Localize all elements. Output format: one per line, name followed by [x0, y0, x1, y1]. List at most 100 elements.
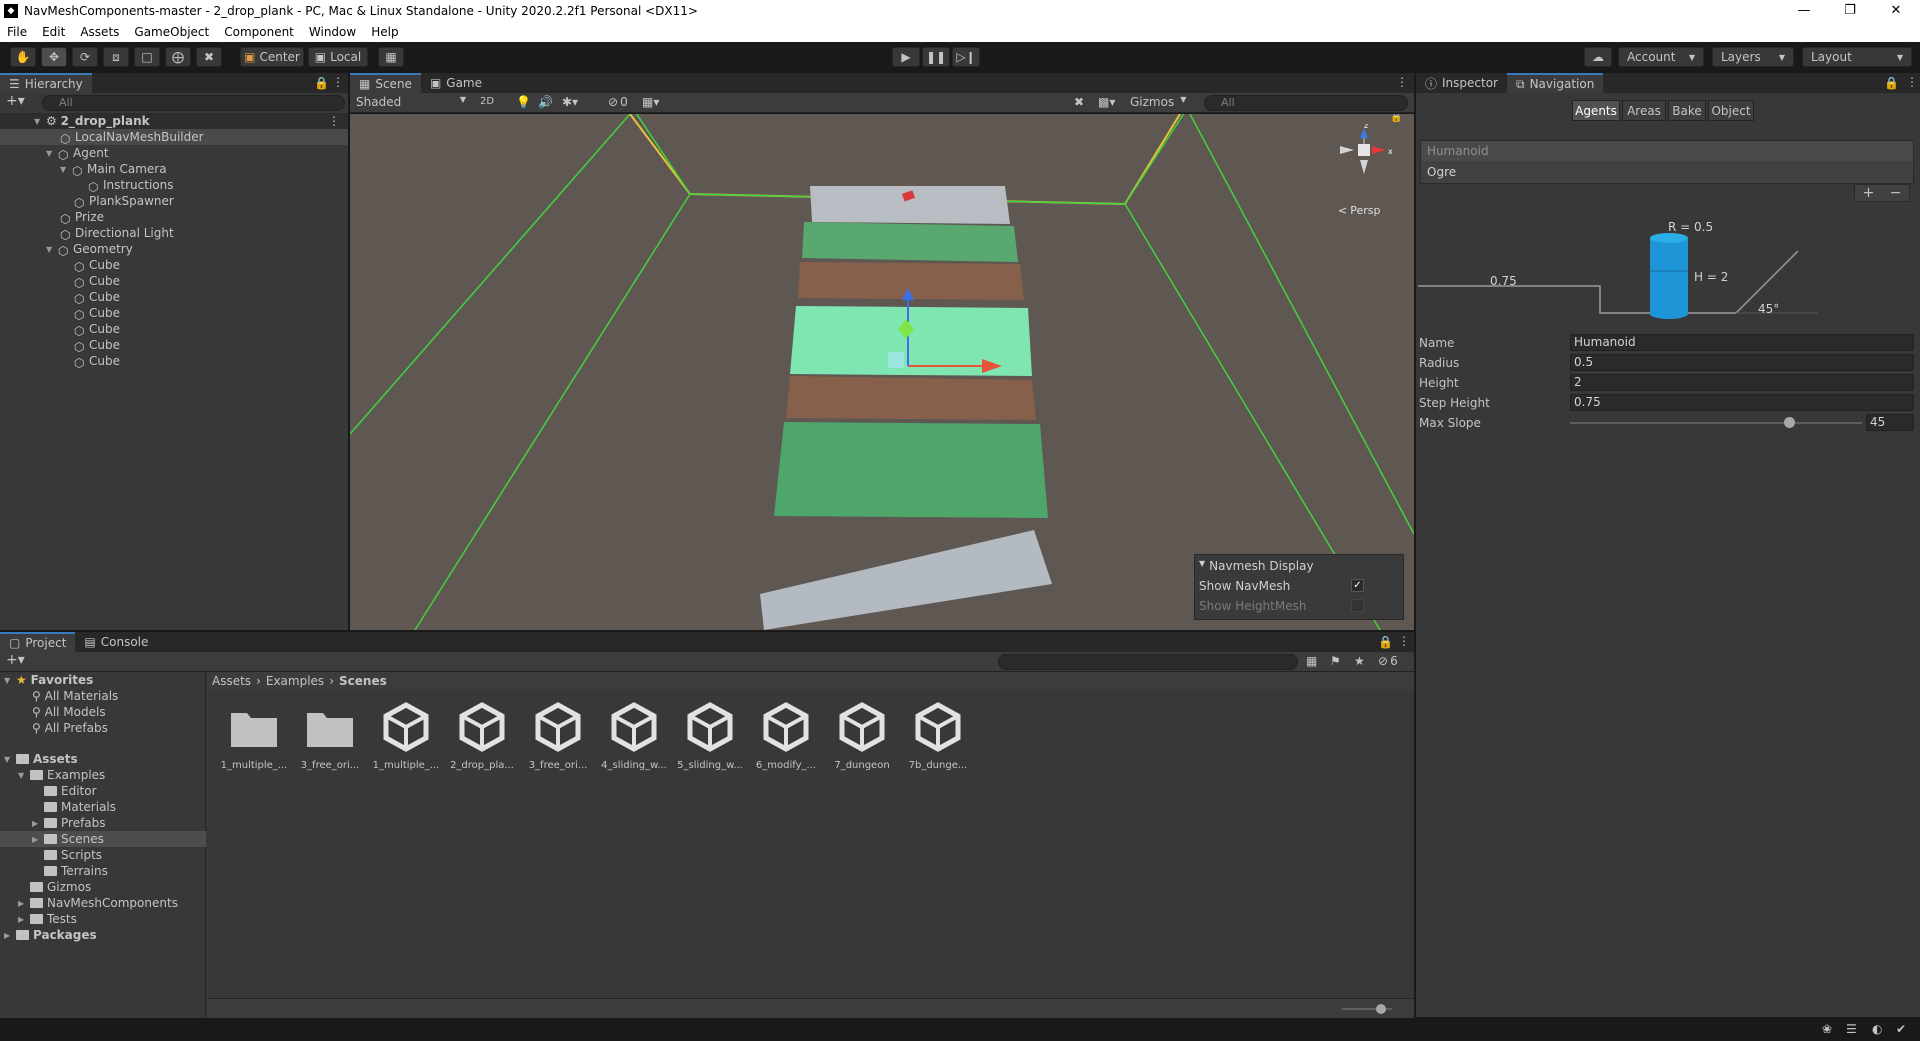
tab-scene[interactable]: ▦ Scene	[350, 73, 421, 93]
close-button[interactable]: ✕	[1873, 0, 1919, 21]
kebab-menu-icon[interactable]: ⋮	[1398, 634, 1410, 648]
pivot-local-button[interactable]: ▣ Local	[308, 47, 368, 67]
hierarchy-item[interactable]: ⬡ PlankSpawner	[0, 193, 174, 210]
show-navmesh-checkbox[interactable]: ✓	[1351, 579, 1364, 592]
hierarchy-search-input[interactable]: All	[42, 95, 345, 111]
custom-tool-icon[interactable]: ✖	[196, 47, 222, 67]
menu-gameobject[interactable]: GameObject	[127, 25, 217, 39]
grid-snap-icon[interactable]: ▦	[378, 47, 404, 67]
cloud-icon[interactable]: ☁	[1584, 47, 1612, 67]
icon-size-slider[interactable]	[1342, 1004, 1392, 1014]
minimize-button[interactable]: —	[1781, 0, 1827, 21]
2d-toggle[interactable]: 2D	[480, 96, 494, 107]
favorite-item[interactable]: ⚲ All Prefabs	[32, 720, 108, 736]
menu-assets[interactable]: Assets	[73, 25, 127, 39]
restore-button[interactable]: ❐	[1827, 0, 1873, 21]
lighting-icon[interactable]: 💡	[516, 95, 531, 109]
assets-group[interactable]: ▼ Assets	[4, 751, 78, 767]
hierarchy-item[interactable]: ⬡ Cube	[0, 289, 120, 306]
tree-item[interactable]: Terrains	[44, 863, 108, 879]
hidden-packages-toggle[interactable]: ⊘ 6	[1378, 654, 1398, 668]
favorite-item[interactable]: ⚲ All Materials	[32, 688, 118, 704]
menu-edit[interactable]: Edit	[35, 25, 73, 39]
tree-item[interactable]: Gizmos	[30, 879, 91, 895]
menu-help[interactable]: Help	[364, 25, 406, 39]
project-search-input[interactable]	[998, 654, 1298, 670]
breadcrumb-assets[interactable]: Assets	[212, 674, 251, 688]
add-icon[interactable]: +▾	[6, 93, 25, 109]
menu-file[interactable]: File	[0, 25, 35, 39]
kebab-menu-icon[interactable]: ⋮	[328, 114, 340, 128]
tools-icon[interactable]: ✖	[1074, 95, 1084, 109]
breadcrumb-scenes[interactable]: Scenes	[339, 674, 387, 688]
add-icon[interactable]: +▾	[6, 652, 25, 668]
shading-dropdown[interactable]: Shaded ▼	[352, 95, 470, 111]
add-agent-button[interactable]: +	[1863, 185, 1875, 201]
scene-orientation-gizmo[interactable]: z x	[1330, 124, 1410, 194]
asset-item[interactable]: 7b_dunge...	[900, 700, 976, 771]
navmesh-display-title[interactable]: ▼ Navmesh Display	[1199, 559, 1314, 573]
asset-item[interactable]: 3_free_ori...	[520, 700, 596, 771]
hierarchy-item[interactable]: ⬡ Instructions	[0, 177, 173, 194]
favorite-item[interactable]: ⚲ All Models	[32, 704, 106, 720]
progress-check-icon[interactable]: ✔	[1896, 1022, 1906, 1036]
tree-item[interactable]: Scripts	[44, 847, 102, 863]
scene-row[interactable]: ▼ ⚙ 2_drop_plank ⋮	[0, 113, 348, 129]
lighting-globe-icon[interactable]: ◐	[1872, 1022, 1882, 1036]
hierarchy-item[interactable]: ▼ ⬡ Agent	[0, 145, 109, 162]
hierarchy-item[interactable]: ▼ ⬡ Main Camera	[0, 161, 167, 178]
remove-agent-button[interactable]: −	[1890, 185, 1902, 201]
hierarchy-item[interactable]: ▼ ⬡ Geometry	[0, 241, 133, 258]
scene-search-input[interactable]: All	[1204, 95, 1408, 111]
name-field[interactable]: Humanoid	[1570, 334, 1914, 351]
filter-label-icon[interactable]: ⚑	[1330, 654, 1341, 668]
hierarchy-item[interactable]: ⬡ Cube	[0, 257, 120, 274]
hierarchy-item[interactable]: ⬡ Cube	[0, 337, 120, 354]
tab-hierarchy[interactable]: ☰ Hierarchy	[0, 73, 92, 93]
kebab-menu-icon[interactable]: ⋮	[332, 75, 344, 89]
tab-inspector[interactable]: ⓘ Inspector	[1416, 73, 1507, 93]
tree-item[interactable]: ▶ NavMeshComponents	[18, 895, 178, 911]
scene-viewport[interactable]: z x 🔒 < Persp ▼ Navmesh Display Show NavMe…	[350, 114, 1414, 630]
tree-item[interactable]: Materials	[44, 799, 116, 815]
hierarchy-item[interactable]: ⬡ LocalNavMeshBuilder	[0, 129, 348, 146]
camera-icon[interactable]: ▩▾	[1098, 95, 1115, 109]
projection-toggle[interactable]: < Persp	[1338, 204, 1380, 217]
show-heightmesh-checkbox[interactable]	[1351, 599, 1364, 612]
kebab-menu-icon[interactable]: ⋮	[1396, 75, 1408, 89]
rotate-tool-icon[interactable]: ⟳	[72, 47, 98, 67]
asset-item[interactable]: 3_free_ori...	[292, 700, 368, 771]
hierarchy-item[interactable]: ⬡ Cube	[0, 273, 120, 290]
rect-tool-icon[interactable]: □	[134, 47, 160, 67]
move-tool-icon[interactable]: ✥	[41, 47, 67, 67]
height-field[interactable]: 2	[1570, 374, 1914, 391]
bug-icon[interactable]: ❀	[1822, 1022, 1832, 1036]
tree-item[interactable]: ▶ Tests	[18, 911, 77, 927]
nav-tab-bake[interactable]: Bake	[1668, 100, 1706, 121]
hierarchy-item[interactable]: ⬡ Cube	[0, 353, 120, 370]
kebab-menu-icon[interactable]: ⋮	[1906, 75, 1918, 89]
list-item[interactable]: Humanoid	[1421, 141, 1913, 161]
list-item[interactable]: Ogre	[1421, 162, 1913, 182]
slider-thumb[interactable]	[1784, 417, 1795, 428]
audio-icon[interactable]: 🔊	[538, 95, 553, 109]
asset-item[interactable]: 4_sliding_w...	[596, 700, 672, 771]
lock-icon[interactable]: 🔒	[1378, 635, 1393, 649]
menu-component[interactable]: Component	[217, 25, 302, 39]
nav-tab-areas[interactable]: Areas	[1622, 100, 1666, 121]
effects-icon[interactable]: ✱▾	[562, 95, 578, 109]
pivot-center-button[interactable]: ▣ Center	[240, 47, 304, 67]
radius-field[interactable]: 0.5	[1570, 354, 1914, 371]
tab-project[interactable]: ▢ Project	[0, 632, 76, 652]
hidden-objects-toggle[interactable]: ⊘ 0	[608, 95, 628, 109]
asset-item[interactable]: 6_modify_...	[748, 700, 824, 771]
filter-type-icon[interactable]: ▦	[1306, 654, 1317, 668]
nav-tab-object[interactable]: Object	[1708, 100, 1754, 121]
asset-item[interactable]: 2_drop_pla...	[444, 700, 520, 771]
max-slope-slider[interactable]	[1570, 417, 1862, 428]
tree-item[interactable]: ▼ Examples	[18, 767, 105, 783]
lock-icon[interactable]: 🔒	[1884, 76, 1899, 90]
packages-group[interactable]: ▶ Packages	[4, 927, 97, 943]
grid-icon[interactable]: ▦▾	[642, 95, 659, 109]
favorite-star-icon[interactable]: ★	[1354, 654, 1365, 668]
